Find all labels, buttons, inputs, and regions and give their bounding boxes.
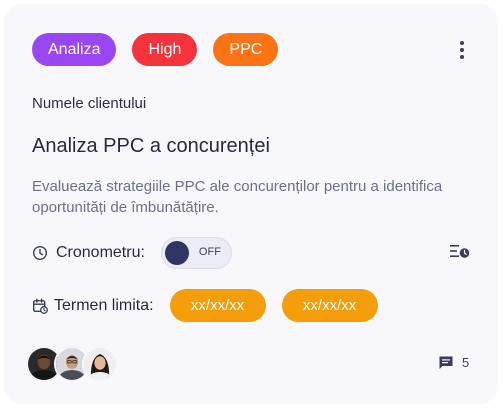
assignee-avatars[interactable] — [26, 346, 118, 382]
more-options-icon[interactable] — [454, 38, 470, 62]
tag-ppc[interactable]: PPC — [213, 33, 279, 66]
deadline-row: Termen limita: xx/xx/xx xx/xx/xx — [32, 289, 378, 322]
toggle-state: OFF — [198, 246, 221, 258]
end-date-button[interactable]: xx/xx/xx — [281, 289, 378, 322]
client-name: Numele clientului — [32, 95, 147, 112]
timer-row: Cronometru: OFF — [32, 237, 232, 269]
calendar-clock-icon — [33, 298, 48, 314]
tag-priority-high[interactable]: High — [132, 33, 198, 66]
comment-icon — [439, 356, 453, 369]
clock-icon — [32, 245, 48, 261]
schedule-list-icon[interactable] — [448, 242, 472, 260]
timer-label: Cronometru: — [56, 244, 145, 261]
comments-button[interactable]: 5 — [438, 355, 469, 370]
avatar[interactable] — [82, 346, 118, 382]
comment-count: 5 — [462, 355, 470, 370]
start-date-button[interactable]: xx/xx/xx — [169, 289, 266, 322]
task-description: Evaluează strategiile PPC ale concurenți… — [32, 178, 443, 216]
tag-analiza[interactable]: Analiza — [32, 33, 117, 66]
timer-toggle[interactable]: OFF — [160, 237, 232, 269]
task-title: Analiza PPC a concurenței — [32, 135, 270, 157]
tag-list: Analiza High PPC — [32, 33, 279, 66]
toggle-knob — [164, 241, 189, 265]
deadline-label: Termen limita: — [54, 296, 154, 314]
task-card: Analiza High PPC Numele clientului Anali… — [4, 4, 498, 404]
